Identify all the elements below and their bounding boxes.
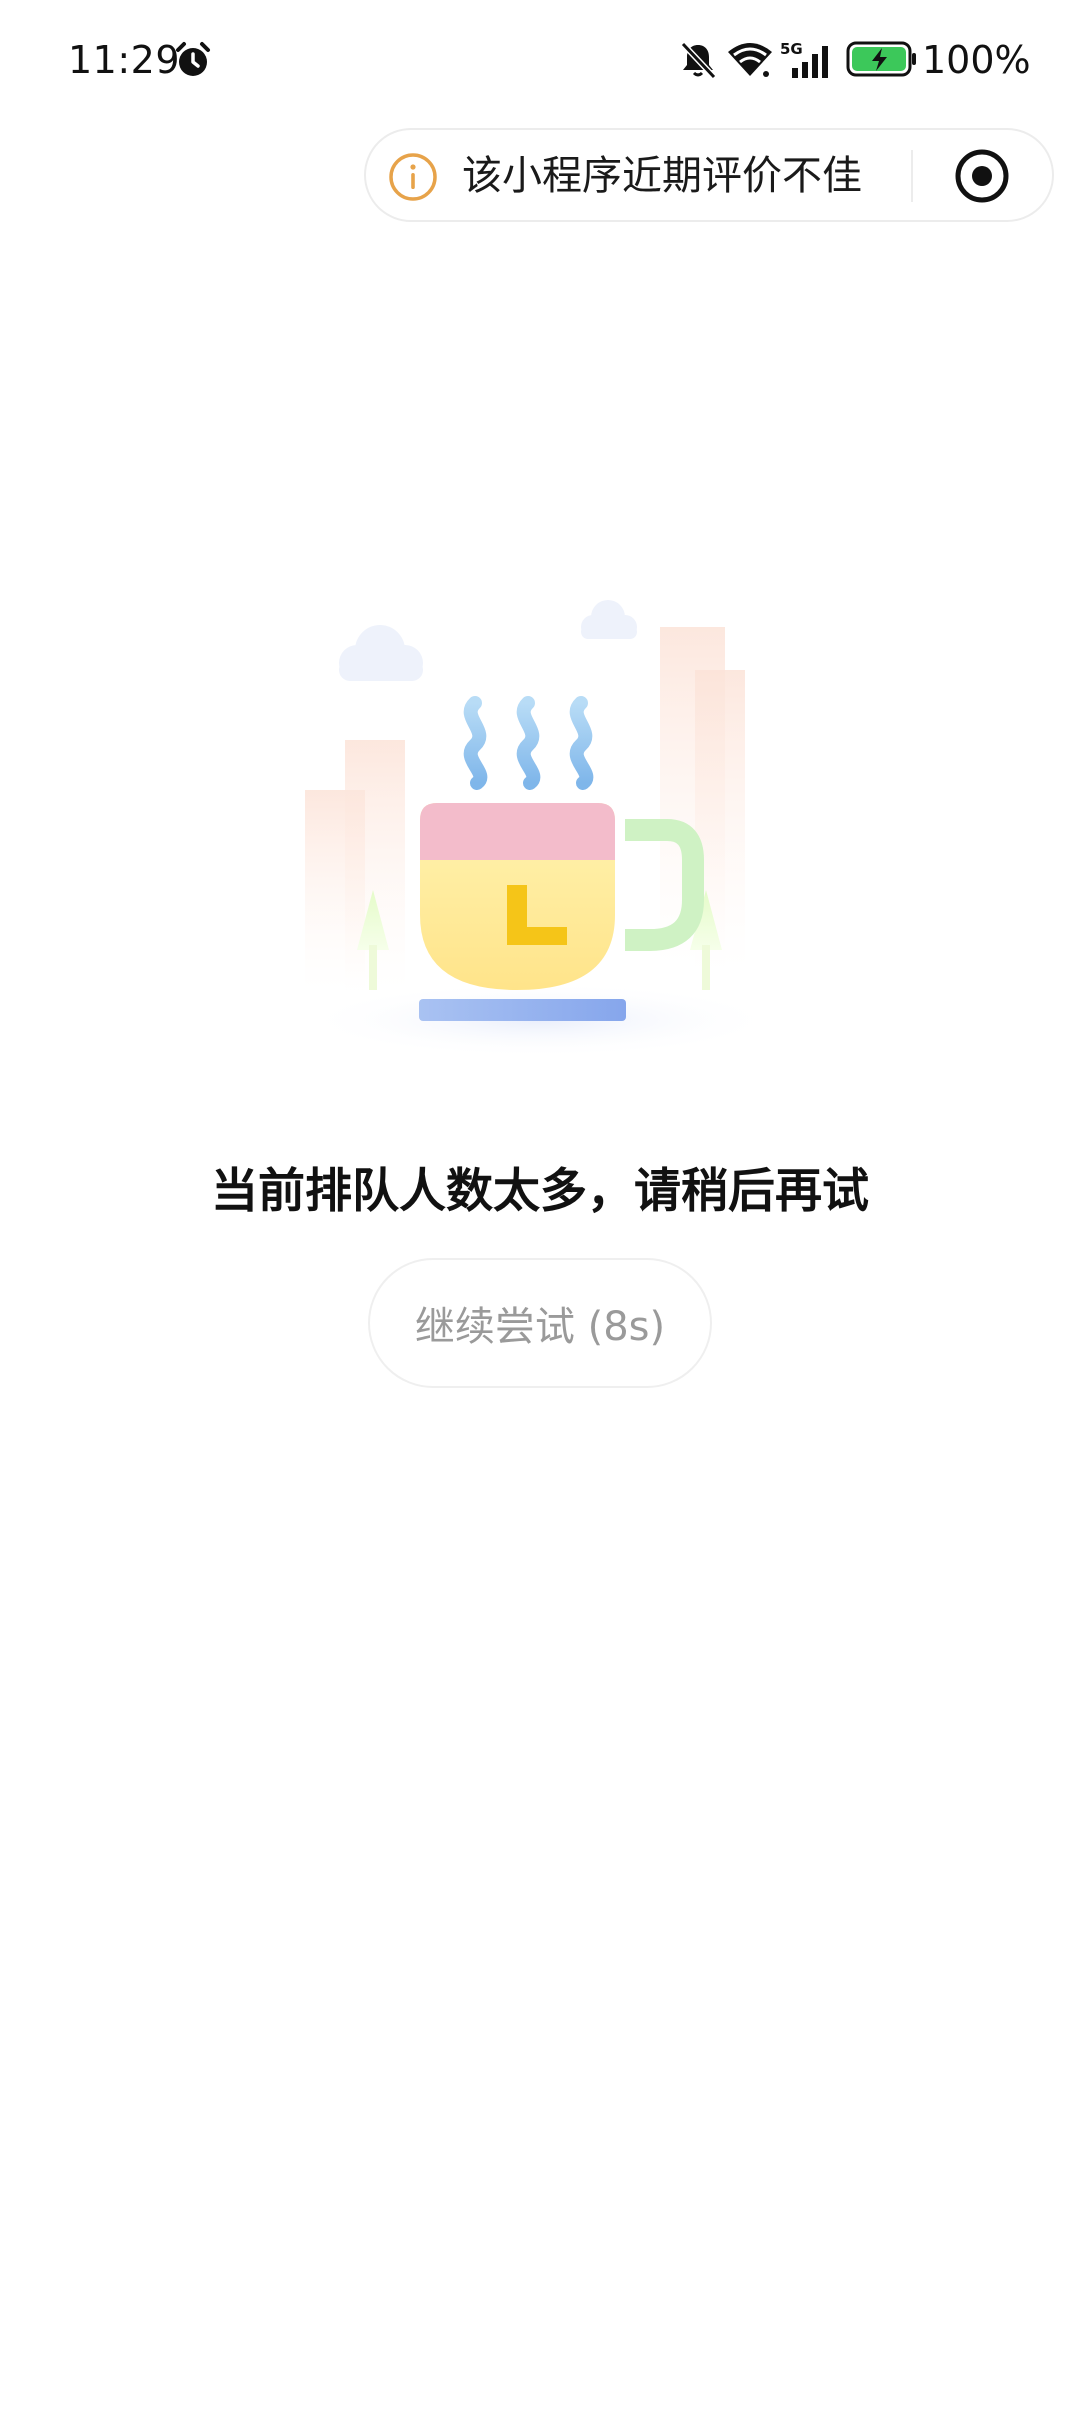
mini-program-capsule[interactable]: 该小程序近期评价不佳 — [364, 128, 1054, 222]
status-time: 11:29 — [68, 38, 181, 82]
retry-button[interactable]: 继续尝试 (8s) — [368, 1258, 712, 1388]
target-icon[interactable] — [952, 146, 1012, 206]
battery-percent: 100% — [922, 38, 1031, 82]
mute-icon — [680, 41, 717, 80]
wifi-icon — [728, 43, 772, 77]
status-bar: 11:29 5G 100% — [0, 0, 1080, 120]
alarm-icon — [176, 42, 210, 76]
capsule-divider — [911, 150, 913, 202]
battery-charging-icon — [846, 41, 916, 77]
low-rating-notice[interactable]: 该小程序近期评价不佳 — [462, 151, 862, 201]
queue-busy-message: 当前排队人数太多，请稍后再试 — [211, 1164, 869, 1219]
coffee-cup-illustration — [300, 600, 780, 1058]
retry-button-label: 继续尝试 (8s) — [414, 1304, 666, 1350]
network-label: 5G — [780, 40, 803, 58]
signal-icon: 5G — [780, 40, 828, 78]
info-icon — [389, 153, 437, 201]
